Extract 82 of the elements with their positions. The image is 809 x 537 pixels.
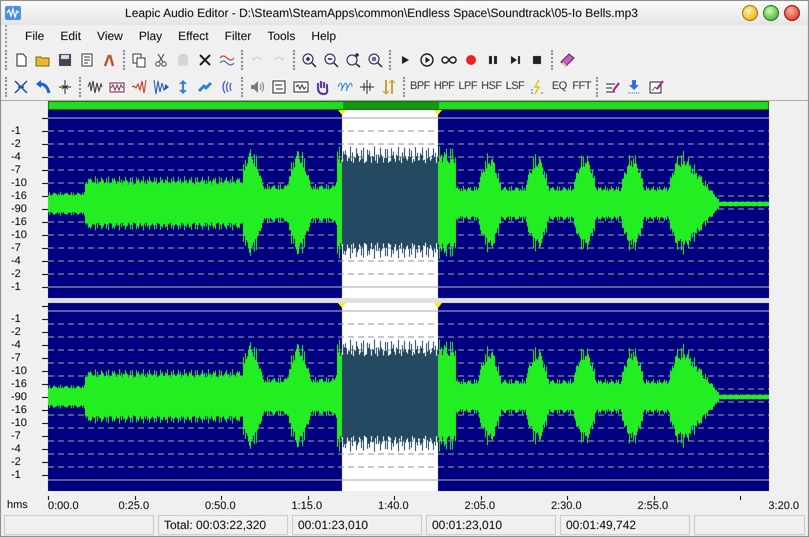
time-unit: hms <box>7 498 28 513</box>
scale-label: -7 <box>11 242 21 254</box>
scale-label: -4 <box>11 255 21 267</box>
status-field: 00:01:49,742 <box>560 514 690 534</box>
play-circle-icon[interactable] <box>419 52 435 68</box>
filter-button[interactable]: EQ <box>548 76 570 98</box>
scale-label: -10 <box>11 229 27 241</box>
menu-item[interactable]: Edit <box>52 27 90 45</box>
time-label: 3:20.0 <box>768 499 799 514</box>
scale-label: -16 <box>11 216 27 228</box>
minimize-button[interactable] <box>742 5 758 21</box>
status-field: 00:01:23,010 <box>426 514 556 534</box>
time-label: 1:15.0 <box>292 499 322 514</box>
scale-label: -2 <box>11 268 21 280</box>
filter-button[interactable]: LSF <box>504 76 526 98</box>
menu-item[interactable]: Tools <box>259 27 304 45</box>
scale-label: -16 <box>11 190 27 202</box>
time-label: 0:25.0 <box>118 499 150 514</box>
scale-label: -1 <box>11 469 21 481</box>
copy-icon[interactable] <box>131 52 147 68</box>
scale-label: -4 <box>11 151 21 163</box>
menu-item[interactable]: Effect <box>170 27 217 45</box>
fade-wave-icon[interactable] <box>131 78 147 94</box>
filter-button[interactable]: BPF <box>408 76 432 98</box>
insert-arrow-icon[interactable] <box>626 78 642 94</box>
app-icon <box>5 6 21 20</box>
menu-item[interactable]: Help <box>303 27 344 45</box>
wave-arrow-icon[interactable] <box>153 78 169 94</box>
filter-button[interactable]: FFT <box>570 76 593 98</box>
scale-label: -2 <box>11 326 21 338</box>
zoom-in-icon[interactable] <box>301 52 317 68</box>
zoom-out-icon[interactable] <box>323 52 339 68</box>
scissors-icon[interactable] <box>153 52 169 68</box>
scale-label: -1 <box>11 313 21 325</box>
menu-item[interactable]: File <box>17 27 52 45</box>
scale-label: -7 <box>11 430 21 442</box>
hand-icon[interactable] <box>315 78 331 94</box>
pencil-chart-icon[interactable] <box>648 78 664 94</box>
speaker-icon[interactable] <box>249 78 265 94</box>
filter-button[interactable]: LPF <box>456 76 480 98</box>
time-label: 0:00.0 <box>48 499 79 514</box>
zoom-fit-icon[interactable] <box>345 52 361 68</box>
delete-icon[interactable] <box>197 52 213 68</box>
scale-label: -2 <box>11 138 21 150</box>
menu-item[interactable]: View <box>89 27 131 45</box>
scale-label: -10 <box>11 177 27 189</box>
scale-label: -2 <box>11 456 21 468</box>
time-label: 1:40.0 <box>378 499 409 514</box>
scale-label: -90 <box>11 203 27 215</box>
box-wave-icon[interactable] <box>293 78 309 94</box>
status-field: 00:01:23,010 <box>292 514 422 534</box>
record-icon[interactable] <box>463 52 479 68</box>
status-field: Total: 00:03:22,320 <box>158 514 288 534</box>
cross-lines-icon[interactable] <box>359 78 375 94</box>
scale-label: -4 <box>11 339 21 351</box>
maximize-button[interactable] <box>763 5 779 21</box>
scale-label: -90 <box>11 391 27 403</box>
scale-label: -10 <box>11 365 27 377</box>
window-title: Leapic Audio Editor - D:\Steam\SteamApps\common\Endless Space\Soundtrack\05-Io Bells.mp3 <box>125 6 638 20</box>
curved-arrow-icon[interactable] <box>35 78 51 94</box>
scale-label: -7 <box>11 352 21 364</box>
filter-button[interactable]: HPF <box>432 76 456 98</box>
wave-icon[interactable] <box>87 78 103 94</box>
close-button[interactable] <box>784 5 800 21</box>
filter-button[interactable]: HSF <box>479 76 504 98</box>
scale-label: -4 <box>11 443 21 455</box>
menu-item[interactable]: Play <box>130 27 170 45</box>
menu-item[interactable]: Filter <box>216 27 260 45</box>
time-label: 2:30.0 <box>551 499 582 514</box>
dotted-lightning-icon[interactable] <box>529 78 546 94</box>
time-label: 2:05.0 <box>464 499 496 514</box>
scale-label: -10 <box>11 417 27 429</box>
scale-label: -7 <box>11 164 21 176</box>
scale-label: -1 <box>11 281 21 293</box>
save-icon[interactable] <box>57 52 73 68</box>
scale-label: -1 <box>11 125 21 137</box>
time-label: 2:55.0 <box>638 499 668 514</box>
scale-label: -16 <box>11 378 27 390</box>
scale-label: -16 <box>11 404 27 416</box>
split-icon[interactable] <box>57 78 73 94</box>
zoom-selection-icon[interactable] <box>367 52 383 68</box>
time-label: 0:50.0 <box>205 499 236 514</box>
